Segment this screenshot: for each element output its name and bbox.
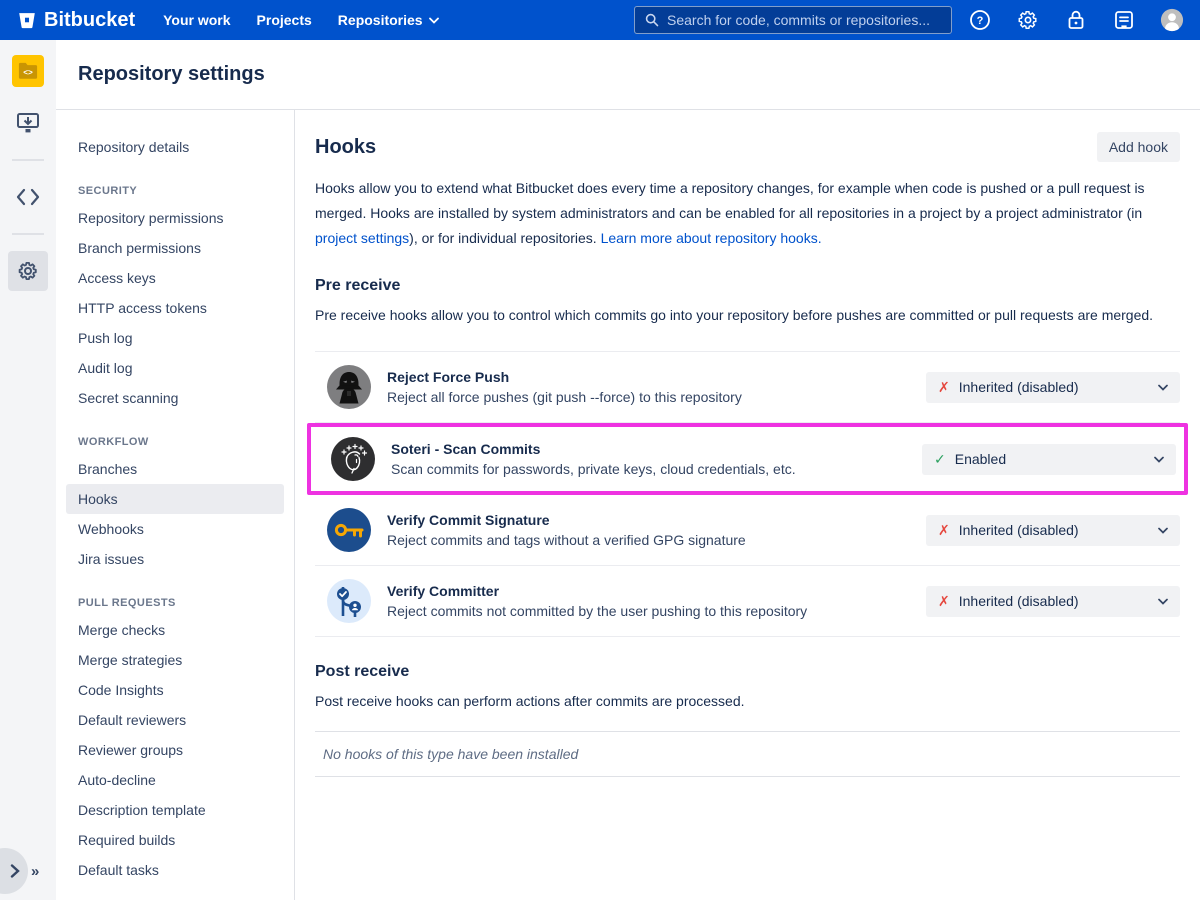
pre-receive-hook-list: Reject Force Push Reject all force pushe… [315, 351, 1180, 637]
hook-name: Soteri - Scan Commits [391, 441, 922, 457]
commit-graph-icon [327, 579, 371, 623]
page-header: Repository settings [56, 40, 1200, 110]
clone-icon[interactable] [8, 103, 48, 143]
search-input[interactable] [667, 12, 941, 28]
sidebar-item-secret-scanning[interactable]: Secret scanning [66, 383, 284, 413]
nav-projects[interactable]: Projects [257, 12, 312, 28]
soteri-face-icon [331, 437, 375, 481]
sidebar-item-default-tasks[interactable]: Default tasks [66, 855, 284, 885]
pre-receive-description: Pre receive hooks allow you to control w… [315, 303, 1180, 327]
nav-your-work[interactable]: Your work [163, 12, 230, 28]
user-avatar[interactable] [1160, 8, 1184, 32]
hooks-intro: Hooks allow you to extend what Bitbucket… [315, 176, 1180, 251]
x-icon: ✗ [938, 522, 950, 539]
post-receive-empty-state: No hooks of this type have been installe… [315, 732, 1180, 776]
hook-row-soteri-scan-commits: Soteri - Scan Commits Scan commits for p… [307, 423, 1188, 495]
hook-description: Reject all force pushes (git push --forc… [387, 389, 926, 405]
hook-status-dropdown[interactable]: ✗ Inherited (disabled) [926, 515, 1180, 546]
global-search[interactable] [634, 6, 952, 34]
hook-description: Reject commits not committed by the user… [387, 603, 926, 619]
sidebar-item-repository-details[interactable]: Repository details [66, 132, 284, 162]
x-icon: ✗ [938, 379, 950, 396]
sidebar-item-merge-strategies[interactable]: Merge strategies [66, 645, 284, 675]
gold-key-icon [327, 508, 371, 552]
hook-name: Verify Commit Signature [387, 512, 926, 528]
hook-status-dropdown[interactable]: ✗ Inherited (disabled) [926, 586, 1180, 617]
sidebar-item-hooks[interactable]: Hooks [66, 484, 284, 514]
bitbucket-bucket-icon [16, 9, 38, 31]
hook-row-reject-force-push: Reject Force Push Reject all force pushe… [315, 352, 1180, 423]
nav-repositories[interactable]: Repositories [338, 12, 439, 28]
post-receive-description: Post receive hooks can perform actions a… [315, 689, 1180, 713]
sidebar-item-webhooks[interactable]: Webhooks [66, 514, 284, 544]
project-settings-link[interactable]: project settings [315, 230, 409, 246]
check-icon: ✓ [934, 451, 946, 468]
nav-icon-group: ? [968, 8, 1184, 32]
hook-name: Verify Committer [387, 583, 926, 599]
hook-description: Scan commits for passwords, private keys… [391, 461, 922, 477]
double-chevron-icon[interactable]: » [31, 863, 39, 880]
sidebar-item-reviewer-groups[interactable]: Reviewer groups [66, 735, 284, 765]
post-receive-heading: Post receive [315, 663, 1180, 681]
sidebar-item-default-reviewers[interactable]: Default reviewers [66, 705, 284, 735]
repository-settings-gear-icon[interactable] [8, 251, 48, 291]
pre-receive-heading: Pre receive [315, 277, 1180, 295]
brand-name: Bitbucket [44, 9, 135, 32]
learn-more-link[interactable]: Learn more about repository hooks. [601, 230, 822, 246]
divider [315, 776, 1180, 777]
feedback-icon[interactable] [1112, 8, 1136, 32]
top-navigation: Bitbucket Your work Projects Repositorie… [0, 0, 1200, 40]
darth-vader-icon [327, 365, 371, 409]
sidebar-rail: <> [0, 40, 56, 900]
hook-description: Reject commits and tags without a verifi… [387, 532, 926, 548]
source-code-icon[interactable] [8, 177, 48, 217]
sidebar-item-push-log[interactable]: Push log [66, 323, 284, 353]
help-icon[interactable]: ? [968, 8, 992, 32]
sidebar-item-auto-decline[interactable]: Auto-decline [66, 765, 284, 795]
settings-nav: Repository details SECURITY Repository p… [56, 110, 295, 900]
sidebar-item-code-insights[interactable]: Code Insights [66, 675, 284, 705]
chevron-right-icon [10, 864, 20, 878]
add-hook-button[interactable]: Add hook [1097, 132, 1180, 162]
hook-row-verify-commit-signature: Verify Commit Signature Reject commits a… [315, 495, 1180, 566]
sidebar-item-branches[interactable]: Branches [66, 454, 284, 484]
sidebar-item-merge-checks[interactable]: Merge checks [66, 615, 284, 645]
primary-nav-links: Your work Projects Repositories [163, 12, 438, 28]
page-title: Repository settings [78, 63, 265, 86]
sidebar-item-required-builds[interactable]: Required builds [66, 825, 284, 855]
chevron-down-icon [1158, 384, 1168, 391]
chevron-down-icon [1158, 598, 1168, 605]
chevron-down-icon [429, 17, 439, 24]
hook-status-dropdown[interactable]: ✓ Enabled [922, 444, 1176, 475]
rail-divider [12, 159, 44, 161]
sidebar-section-security: SECURITY [66, 178, 284, 203]
sidebar-section-workflow: WORKFLOW [66, 429, 284, 454]
search-icon [645, 13, 659, 27]
repository-avatar-icon[interactable]: <> [12, 55, 44, 87]
sidebar-item-access-keys[interactable]: Access keys [66, 263, 284, 293]
rail-divider [12, 233, 44, 235]
expand-sidebar-button[interactable] [0, 848, 28, 894]
chevron-down-icon [1158, 527, 1168, 534]
sidebar-item-jira-issues[interactable]: Jira issues [66, 544, 284, 574]
hook-status-dropdown[interactable]: ✗ Inherited (disabled) [926, 372, 1180, 403]
sidebar-item-http-access-tokens[interactable]: HTTP access tokens [66, 293, 284, 323]
x-icon: ✗ [938, 593, 950, 610]
svg-text:<>: <> [23, 68, 33, 77]
hook-name: Reject Force Push [387, 369, 926, 385]
hooks-panel: Hooks Add hook Hooks allow you to extend… [295, 110, 1200, 900]
hooks-heading: Hooks [315, 136, 376, 159]
sidebar-item-branch-permissions[interactable]: Branch permissions [66, 233, 284, 263]
sidebar-item-description-template[interactable]: Description template [66, 795, 284, 825]
chevron-down-icon [1154, 456, 1164, 463]
sidebar-item-audit-log[interactable]: Audit log [66, 353, 284, 383]
bitbucket-logo[interactable]: Bitbucket [16, 9, 135, 32]
settings-gear-icon[interactable] [1016, 8, 1040, 32]
sidebar-item-repository-permissions[interactable]: Repository permissions [66, 203, 284, 233]
sidebar-section-pull-requests: PULL REQUESTS [66, 590, 284, 615]
sidebar-expand-control: » [0, 846, 56, 894]
svg-text:?: ? [977, 15, 984, 27]
hook-row-verify-committer: Verify Committer Reject commits not comm… [315, 566, 1180, 636]
lock-icon[interactable] [1064, 8, 1088, 32]
